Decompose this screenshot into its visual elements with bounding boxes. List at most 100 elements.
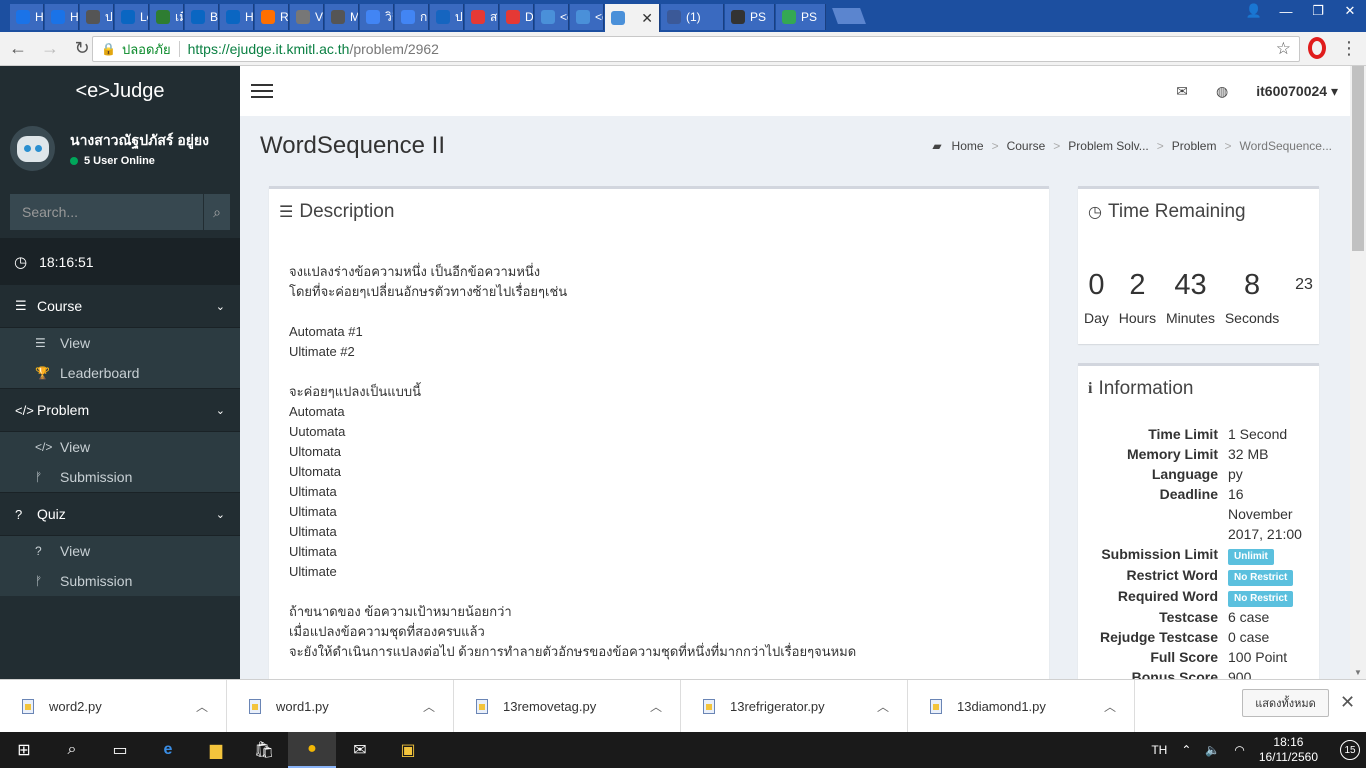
- user-online-status: 5 User Online: [70, 155, 155, 167]
- chevron-up-icon[interactable]: ︿: [1104, 698, 1116, 715]
- tab-label: ปรั: [455, 9, 463, 24]
- show-all-downloads-button[interactable]: แสดงทั้งหมด: [1242, 689, 1329, 717]
- browser-tab[interactable]: ประ: [80, 4, 114, 30]
- store-icon[interactable]: 🛍: [240, 732, 288, 768]
- tab-favicon-icon: [782, 10, 796, 24]
- browser-tab[interactable]: การ: [395, 4, 429, 30]
- tray-chevron-icon[interactable]: ⌃: [1181, 743, 1191, 757]
- forward-button[interactable]: →: [36, 35, 64, 63]
- bookmark-star-icon[interactable]: ☆: [1276, 39, 1291, 59]
- browser-tab[interactable]: DJ: [500, 4, 534, 30]
- browser-tab[interactable]: PS: [776, 4, 826, 30]
- sidebar-section-quiz[interactable]: ? Quiz ⌄: [0, 492, 240, 536]
- browser-tab[interactable]: <e: [570, 4, 604, 30]
- chevron-up-icon[interactable]: ︿: [877, 698, 889, 715]
- language-indicator[interactable]: TH: [1151, 743, 1167, 757]
- download-item[interactable]: word2.py ︿: [0, 679, 227, 733]
- sidebar-section-problem[interactable]: </> Problem ⌄: [0, 388, 240, 432]
- mail-icon[interactable]: ✉: [1176, 83, 1188, 100]
- download-item[interactable]: 13diamond1.py ︿: [908, 679, 1135, 733]
- hamburger-menu-icon[interactable]: [251, 84, 273, 98]
- countdown-hours: 2: [1129, 269, 1146, 301]
- notification-count[interactable]: 15: [1340, 740, 1360, 760]
- browser-tab[interactable]: Ha: [10, 4, 44, 30]
- browser-tab[interactable]: วิธี: [360, 4, 394, 30]
- browser-tab[interactable]: ✕: [605, 4, 660, 32]
- description-line: Automata: [289, 404, 345, 419]
- breadcrumb-item[interactable]: Problem Solv...: [1068, 139, 1148, 153]
- browser-tab[interactable]: HT: [220, 4, 254, 30]
- description-line: Ultimata: [289, 484, 337, 499]
- browser-tab[interactable]: <e: [535, 4, 569, 30]
- download-item[interactable]: 13removetag.py ︿: [454, 679, 681, 733]
- breadcrumb-item[interactable]: Problem: [1172, 139, 1217, 153]
- close-tab-icon[interactable]: ✕: [641, 10, 653, 27]
- browser-menu-icon[interactable]: ⋮: [1340, 38, 1358, 59]
- new-tab-button[interactable]: [832, 8, 866, 24]
- user-icon[interactable]: 👤: [1238, 0, 1270, 22]
- tab-favicon-icon: [667, 10, 681, 24]
- restore-button[interactable]: ❐: [1302, 0, 1334, 22]
- description-line: Ultimata: [289, 544, 337, 559]
- python-icon[interactable]: ▣: [384, 732, 432, 768]
- globe-icon[interactable]: ◍: [1216, 83, 1228, 100]
- sidebar-item-submission[interactable]: ᚠ Submission: [0, 462, 240, 492]
- browser-tab[interactable]: Ha: [45, 4, 79, 30]
- mail-app-icon[interactable]: ✉: [336, 732, 384, 768]
- browser-tab[interactable]: เมื่อ: [150, 4, 184, 30]
- breadcrumb-item[interactable]: Home: [952, 139, 984, 153]
- browser-tab[interactable]: ปรั: [430, 4, 464, 30]
- task-view-icon[interactable]: ▭: [96, 732, 144, 768]
- browser-tab[interactable]: PS: [725, 4, 775, 30]
- close-download-bar-icon[interactable]: ✕: [1340, 692, 1355, 713]
- browser-tab[interactable]: Ro: [255, 4, 289, 30]
- browser-tab[interactable]: Bo: [185, 4, 219, 30]
- sidebar-item-view[interactable]: ☰ View: [0, 328, 240, 358]
- browser-tab[interactable]: Ma: [325, 4, 359, 30]
- page-scrollbar[interactable]: ▼: [1350, 66, 1366, 679]
- edge-icon[interactable]: e: [144, 732, 192, 768]
- wifi-icon[interactable]: ◠: [1234, 743, 1244, 757]
- tab-favicon-icon: [576, 10, 590, 24]
- browser-tab[interactable]: (1): [661, 4, 724, 30]
- browser-tab[interactable]: Ver: [290, 4, 324, 30]
- sidebar-item-submission[interactable]: ᚠ Submission: [0, 566, 240, 596]
- volume-icon[interactable]: 🔈: [1205, 743, 1220, 757]
- sidebar-item-view[interactable]: ? View: [0, 536, 240, 566]
- tab-label: เมื่อ: [175, 9, 183, 24]
- sidebar-item-view[interactable]: </> View: [0, 432, 240, 462]
- windows-start-icon[interactable]: ⊞: [0, 732, 48, 768]
- chrome-icon[interactable]: ●: [288, 732, 336, 768]
- download-item[interactable]: word1.py ︿: [227, 679, 454, 733]
- chevron-up-icon[interactable]: ︿: [196, 698, 208, 715]
- download-filename: word1.py: [276, 698, 329, 714]
- close-window-button[interactable]: ✕: [1334, 0, 1366, 22]
- tab-favicon-icon: [506, 10, 520, 24]
- app-logo[interactable]: <e>Judge: [0, 66, 240, 116]
- sidebar-section-course[interactable]: ☰ Course ⌄: [0, 284, 240, 328]
- account-menu[interactable]: it60070024 ▾: [1256, 83, 1338, 100]
- opera-icon[interactable]: [1308, 37, 1326, 59]
- description-line: จะค่อยๆแปลงเป็นแบบนี้: [289, 384, 421, 399]
- chevron-up-icon[interactable]: ︿: [650, 698, 662, 715]
- tab-label: Ma: [350, 10, 359, 24]
- search-input[interactable]: [10, 194, 203, 230]
- file-explorer-icon[interactable]: ▆: [192, 732, 240, 768]
- sidebar-item-leaderboard[interactable]: 🏆 Leaderboard: [0, 358, 240, 388]
- status-badge: No Restrict: [1228, 570, 1294, 586]
- scrollbar-thumb[interactable]: [1352, 66, 1364, 251]
- chevron-up-icon[interactable]: ︿: [423, 698, 435, 715]
- top-navbar: ✉ ◍ it60070024 ▾: [240, 66, 1350, 116]
- browser-tab[interactable]: สอ: [465, 4, 499, 30]
- download-item[interactable]: 13refrigerator.py ︿: [681, 679, 908, 733]
- browser-tab[interactable]: Lea: [115, 4, 149, 30]
- taskbar-clock[interactable]: 18:16 16/11/2560: [1259, 735, 1318, 765]
- minimize-button[interactable]: —: [1270, 0, 1302, 22]
- back-button[interactable]: ←: [4, 35, 32, 63]
- info-key: Required Word: [1117, 588, 1218, 604]
- url-field[interactable]: 🔒 ปลอดภัย https://ejudge.it.kmitl.ac.th …: [92, 36, 1300, 62]
- taskbar-search-icon[interactable]: ⌕: [48, 732, 96, 768]
- breadcrumb-item[interactable]: Course: [1007, 139, 1046, 153]
- search-icon[interactable]: ⌕: [203, 194, 230, 230]
- scroll-down-arrow-icon[interactable]: ▼: [1354, 668, 1362, 677]
